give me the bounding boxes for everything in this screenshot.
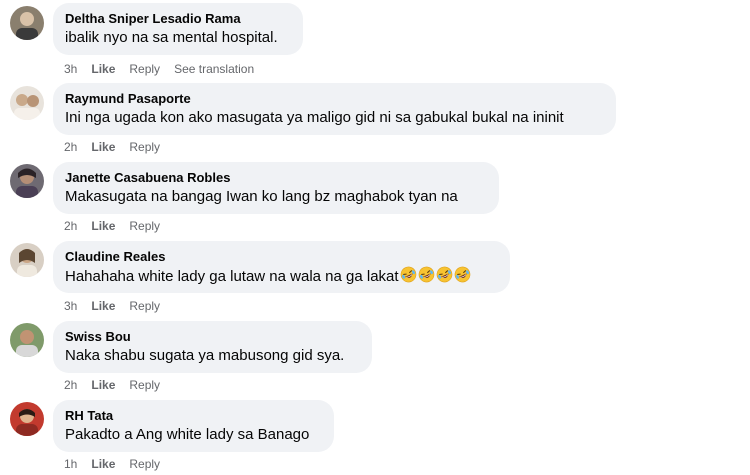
see-translation-link[interactable]: See translation (174, 62, 254, 76)
comment-text: Ini nga ugada kon ako masugata ya maligo… (65, 109, 564, 126)
comment-actions: 3h Like Reply (64, 298, 174, 314)
like-button[interactable]: Like (91, 299, 115, 313)
comment-bubble: Swiss Bou Naka shabu sugata ya mabusong … (53, 321, 372, 373)
avatar[interactable] (10, 6, 44, 40)
comment-author[interactable]: Janette Casabuena Robles (65, 169, 487, 186)
comment-actions: 2h Like Reply (64, 377, 174, 393)
comment-text: Hahahaha white lady ga lutaw na wala na … (65, 268, 399, 285)
avatar[interactable] (10, 323, 44, 357)
reply-button[interactable]: Reply (129, 378, 160, 392)
rolling-on-floor-laughing-emoji (436, 266, 453, 289)
avatar[interactable] (10, 164, 44, 198)
comment-time[interactable]: 2h (64, 219, 77, 233)
comment-time[interactable]: 2h (64, 140, 77, 154)
like-button[interactable]: Like (91, 457, 115, 471)
like-button[interactable]: Like (91, 62, 115, 76)
avatar[interactable] (10, 86, 44, 120)
comment-actions: 3h Like Reply See translation (64, 61, 268, 77)
avatar[interactable] (10, 243, 44, 277)
reply-button[interactable]: Reply (129, 457, 160, 471)
reply-button[interactable]: Reply (129, 299, 160, 313)
reply-button[interactable]: Reply (129, 219, 160, 233)
rolling-on-floor-laughing-emoji (454, 266, 471, 289)
reply-button[interactable]: Reply (129, 140, 160, 154)
comment-actions: 2h Like Reply (64, 218, 174, 234)
comment-text-row: Hahahaha white lady ga lutaw na wala na … (65, 266, 498, 289)
comment-actions: 1h Like Reply (64, 456, 174, 472)
like-button[interactable]: Like (91, 219, 115, 233)
like-button[interactable]: Like (91, 378, 115, 392)
laughing-emoji-group (399, 266, 471, 285)
comment-author[interactable]: Raymund Pasaporte (65, 90, 604, 107)
comment-time[interactable]: 3h (64, 62, 77, 76)
comment-author[interactable]: RH Tata (65, 407, 322, 424)
comment-author[interactable]: Claudine Reales (65, 248, 498, 265)
like-button[interactable]: Like (91, 140, 115, 154)
comment-text: ibalik nyo na sa mental hospital. (65, 29, 278, 46)
comment-text: Makasugata na bangag Iwan ko lang bz mag… (65, 188, 458, 205)
comment-bubble: Claudine Reales Hahahaha white lady ga l… (53, 241, 510, 293)
comment-time[interactable]: 3h (64, 299, 77, 313)
comment-bubble: RH Tata Pakadto a Ang white lady sa Bana… (53, 400, 334, 452)
comment-actions: 2h Like Reply (64, 139, 174, 155)
comment-author[interactable]: Swiss Bou (65, 328, 360, 345)
comment-bubble: Deltha Sniper Lesadio Rama ibalik nyo na… (53, 3, 303, 55)
reply-button[interactable]: Reply (129, 62, 160, 76)
comment-time[interactable]: 1h (64, 457, 77, 471)
avatar[interactable] (10, 402, 44, 436)
comment-time[interactable]: 2h (64, 378, 77, 392)
rolling-on-floor-laughing-emoji (400, 266, 417, 289)
comment-author[interactable]: Deltha Sniper Lesadio Rama (65, 10, 291, 27)
rolling-on-floor-laughing-emoji (418, 266, 435, 289)
comment-bubble: Raymund Pasaporte Ini nga ugada kon ako … (53, 83, 616, 135)
comment-bubble: Janette Casabuena Robles Makasugata na b… (53, 162, 499, 214)
comment-text: Naka shabu sugata ya mabusong gid sya. (65, 347, 345, 364)
comment-text: Pakadto a Ang white lady sa Banago (65, 426, 310, 443)
